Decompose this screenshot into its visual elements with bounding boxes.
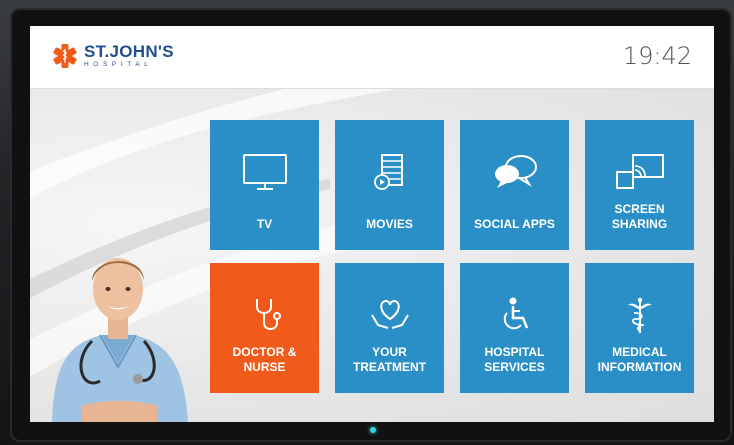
heart-hands-icon <box>370 299 409 329</box>
tile-label: SCREEN SHARING <box>611 202 668 231</box>
header-bar: ST.JOHN'S HOSPITAL 19:42 <box>30 26 714 89</box>
tile-label: DOCTOR & NURSE <box>232 345 297 374</box>
cast-icon <box>615 154 664 189</box>
tile-medical-information[interactable]: MEDICAL INFORMATION <box>585 263 694 393</box>
star-of-life-icon <box>53 44 77 68</box>
stethoscope-icon <box>255 299 281 330</box>
tile-label: MOVIES <box>366 217 413 231</box>
tile-label: SOCIAL APPS <box>474 217 555 231</box>
caduceus-icon <box>627 297 652 333</box>
doctor-image <box>52 258 188 422</box>
tile-label: HOSPITAL SERVICES <box>484 345 545 374</box>
logo-subtitle: HOSPITAL <box>84 61 153 69</box>
tile-label: YOUR TREATMENT <box>352 345 427 374</box>
tile-screen-sharing[interactable]: SCREEN SHARING <box>585 120 694 250</box>
tile-doctor-nurse[interactable]: DOCTOR & NURSE <box>210 263 319 393</box>
wheelchair-icon <box>503 297 528 330</box>
tv-icon <box>242 154 287 190</box>
chat-bubbles-icon <box>494 155 537 188</box>
tile-your-treatment[interactable]: YOUR TREATMENT <box>335 263 444 393</box>
film-icon <box>373 154 403 190</box>
tile-social-apps[interactable]: SOCIAL APPS <box>460 120 569 250</box>
tile-label: TV <box>256 217 273 231</box>
power-led <box>370 427 376 433</box>
tile-label: MEDICAL INFORMATION <box>597 345 682 374</box>
hospital-logo: ST.JOHN'S HOSPITAL <box>52 43 174 69</box>
tile-movies[interactable]: MOVIES <box>335 120 444 250</box>
tile-hospital-services[interactable]: HOSPITAL SERVICES <box>460 263 569 393</box>
clock: 19:42 <box>622 42 692 70</box>
tv-screen: ST.JOHN'S HOSPITAL 19:42 TV MOVIES SOCIA… <box>30 26 714 422</box>
main-content: TV MOVIES SOCIAL APPS SCREEN SHARING DOC… <box>30 89 714 422</box>
logo-name: ST.JOHN'S <box>84 42 174 62</box>
tile-tv[interactable]: TV <box>210 120 319 250</box>
